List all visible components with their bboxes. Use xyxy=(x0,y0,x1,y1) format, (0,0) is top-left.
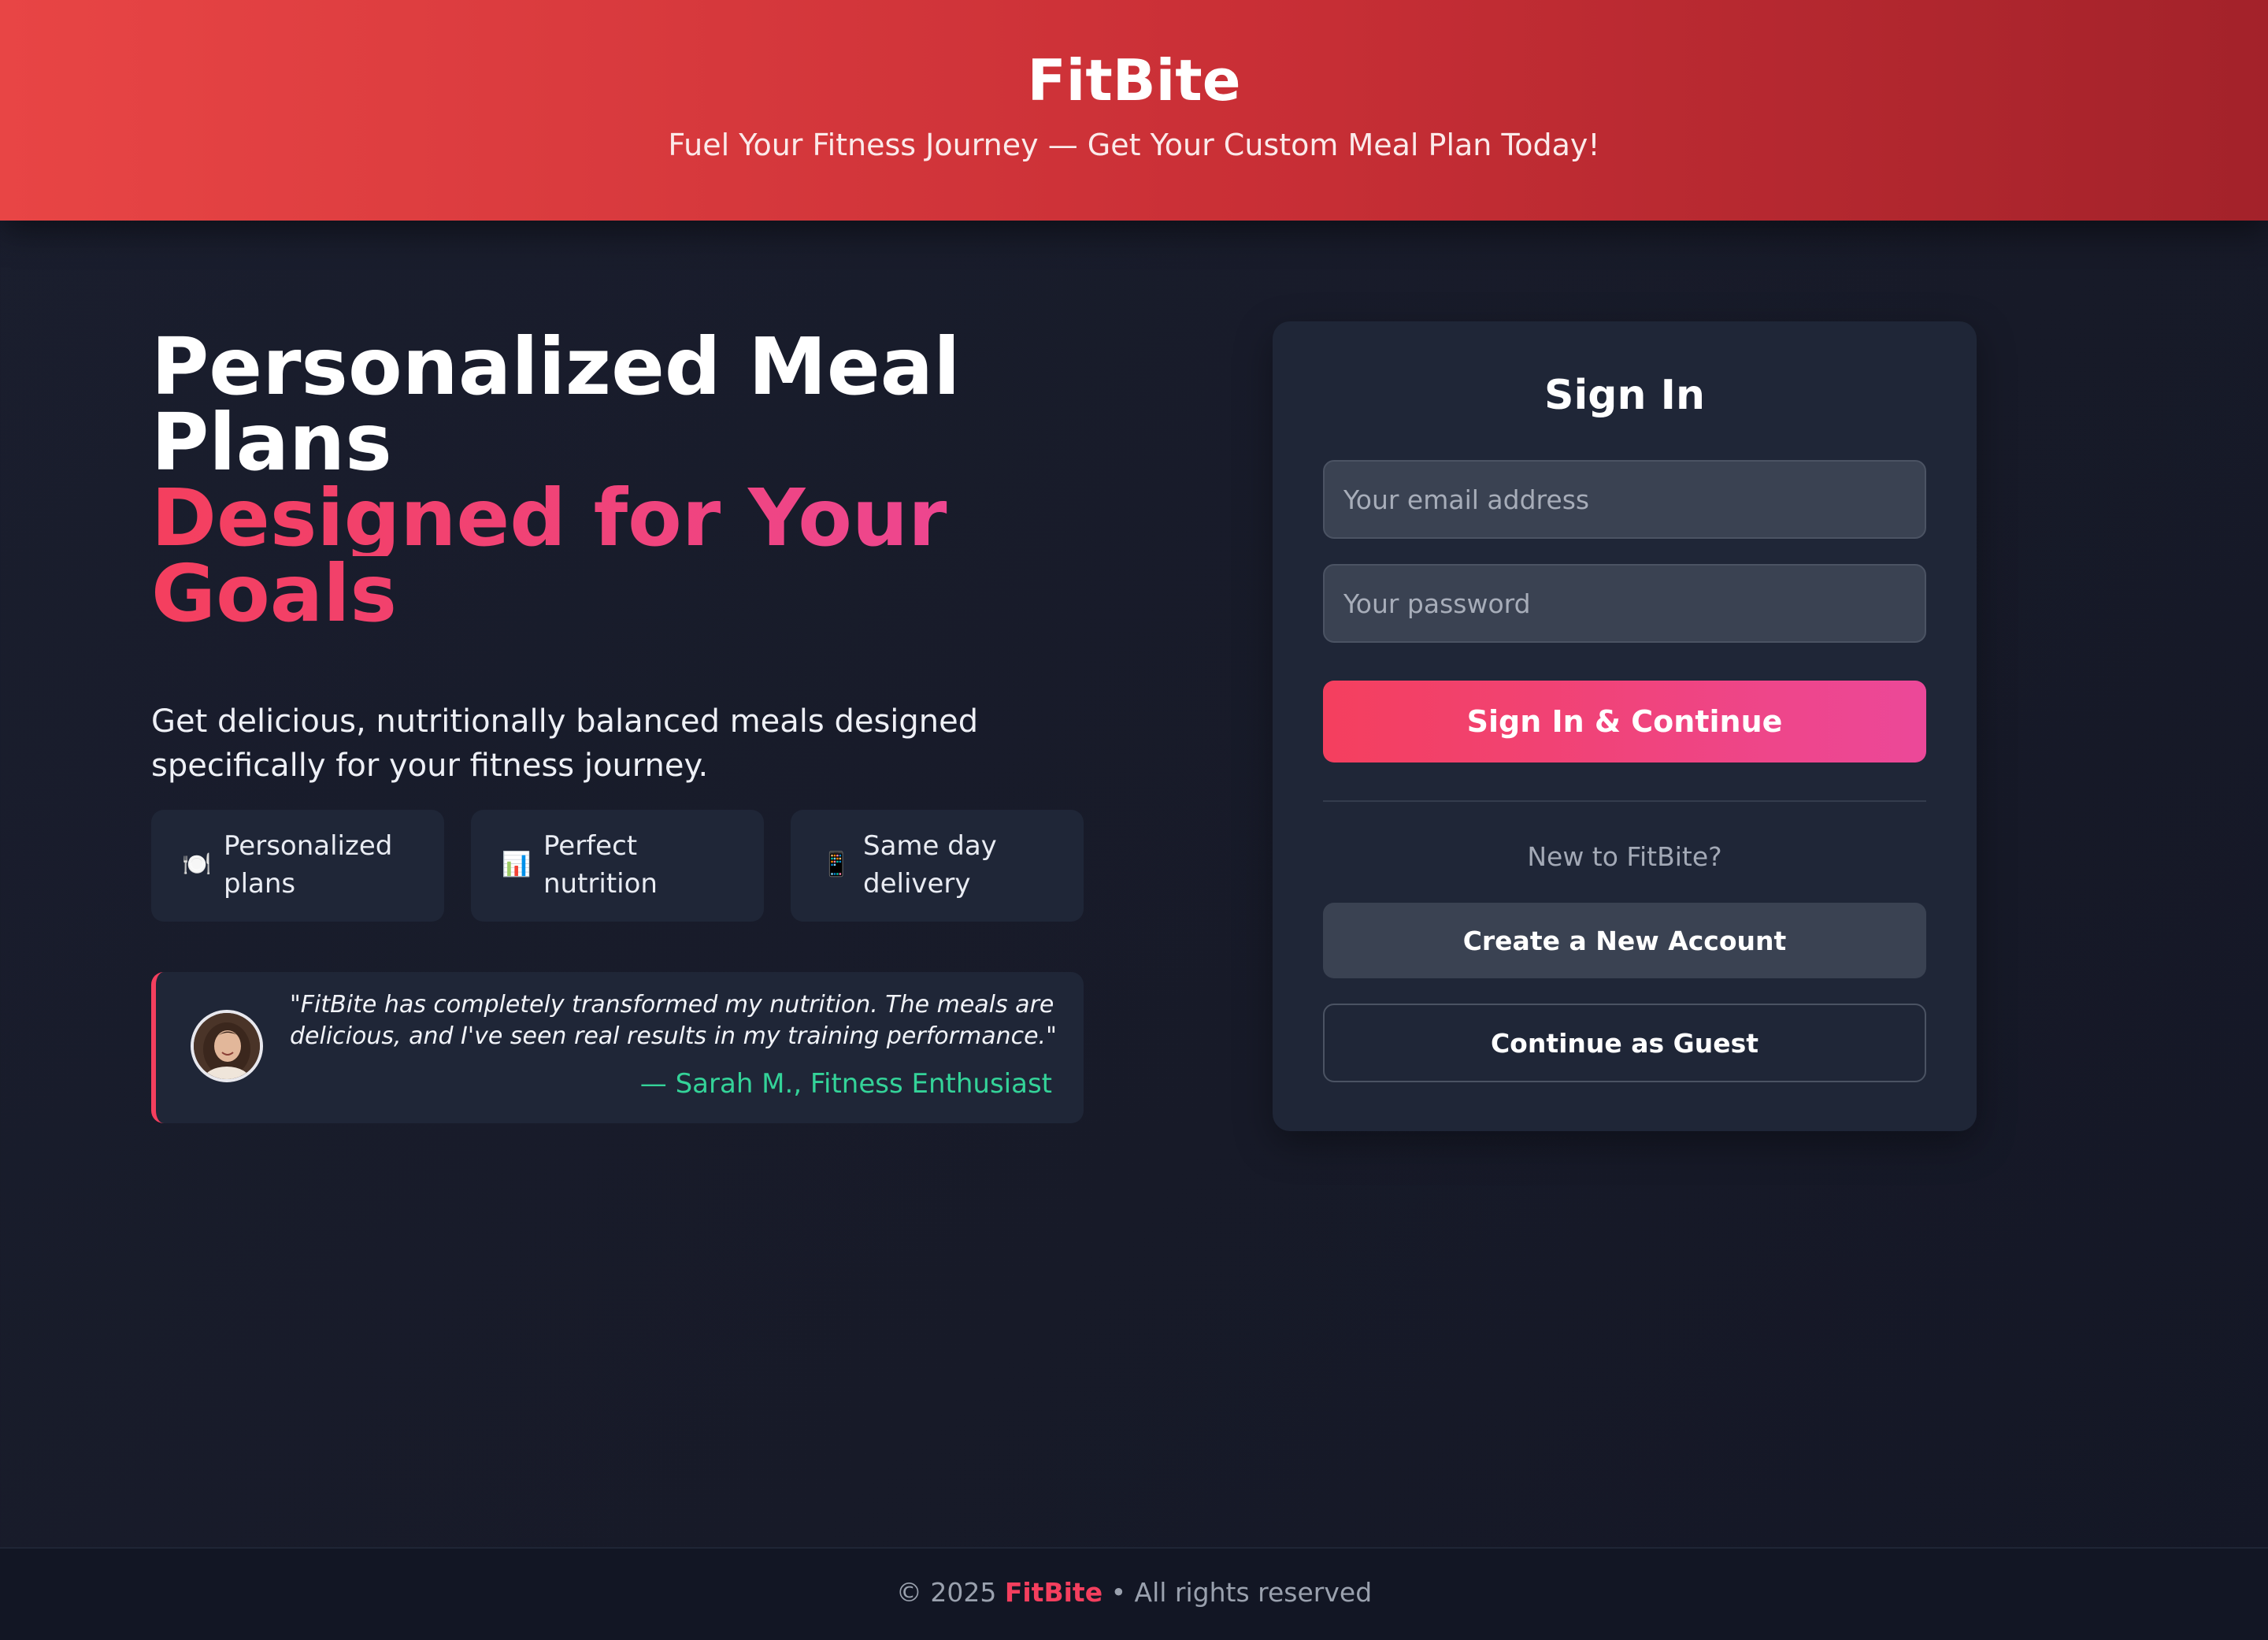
hero-title: Personalized Meal Plans Designed for You… xyxy=(151,321,1096,633)
footer-rights: • All rights reserved xyxy=(1110,1577,1373,1608)
plate-icon: 🍽️ xyxy=(182,851,212,878)
footer-text: © 2025 FitBite • All rights reserved xyxy=(0,1577,2268,1608)
new-user-prompt: New to FitBite? xyxy=(1527,841,1722,872)
testimonial-author: — Sarah M., Fitness Enthusiast xyxy=(639,1068,1052,1100)
footer-brand[interactable]: FitBite xyxy=(1005,1577,1102,1608)
create-account-button[interactable]: Create a New Account xyxy=(1323,903,1926,978)
phone-icon: 📱 xyxy=(821,851,851,878)
footer-copyright: © 2025 xyxy=(895,1577,997,1608)
site-header: FitBite Fuel Your Fitness Journey — Get … xyxy=(0,0,2268,221)
hero-title-line-2: Plans xyxy=(151,396,392,488)
signin-title: Sign In xyxy=(1544,372,1705,419)
hero-title-line-1: Personalized Meal xyxy=(151,321,961,413)
divider xyxy=(1323,800,1926,802)
feature-list: 🍽️ Personalized plans 📊 Perfect nutritio… xyxy=(151,810,1084,922)
hero-subtitle: Get delicious, nutritionally balanced me… xyxy=(151,703,979,784)
testimonial-card: "FitBite has completely transformed my n… xyxy=(151,972,1084,1123)
feature-perfect-nutrition: 📊 Perfect nutrition xyxy=(471,810,764,922)
feature-personalized-plans: 🍽️ Personalized plans xyxy=(151,810,444,922)
bar-chart-icon: 📊 xyxy=(502,851,532,878)
feature-label: Perfect nutrition xyxy=(543,830,658,900)
signin-card: Sign In Sign In & Continue New to FitBit… xyxy=(1273,321,1977,1131)
header-tagline: Fuel Your Fitness Journey — Get Your Cus… xyxy=(668,128,1600,162)
testimonial-quote: "FitBite has completely transformed my n… xyxy=(290,991,1057,1050)
sign-in-button[interactable]: Sign In & Continue xyxy=(1323,681,1926,762)
brand-logo[interactable]: FitBite xyxy=(0,47,2268,113)
continue-as-guest-button[interactable]: Continue as Guest xyxy=(1323,1004,1926,1082)
hero-title-accent-line-1: Designed for Your xyxy=(151,479,1096,558)
email-field[interactable] xyxy=(1323,460,1926,539)
feature-label: Same day delivery xyxy=(863,830,997,900)
feature-label: Personalized plans xyxy=(224,830,393,900)
hero-title-accent-line-2: Goals xyxy=(151,555,1096,633)
feature-same-day-delivery: 📱 Same day delivery xyxy=(791,810,1084,922)
site-footer: © 2025 FitBite • All rights reserved xyxy=(0,1547,2268,1640)
avatar-image xyxy=(194,1013,260,1079)
avatar xyxy=(191,1010,263,1082)
password-field[interactable] xyxy=(1323,564,1926,643)
